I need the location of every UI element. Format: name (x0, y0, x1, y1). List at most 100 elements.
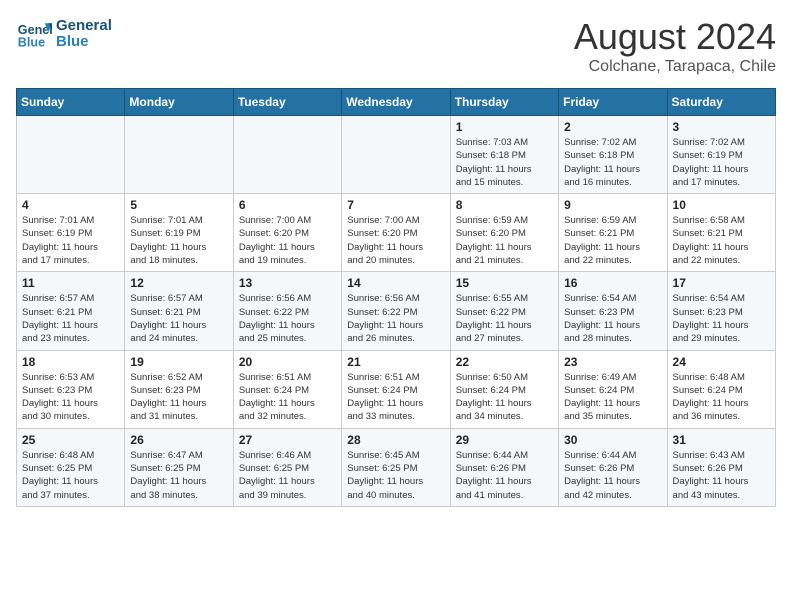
calendar-cell: 28 Sunrise: 6:45 AM Sunset: 6:25 PM Dayli… (342, 428, 450, 506)
day-number: 2 (564, 120, 661, 134)
calendar-cell: 16 Sunrise: 6:54 AM Sunset: 6:23 PM Dayli… (559, 272, 667, 350)
calendar-cell: 26 Sunrise: 6:47 AM Sunset: 6:25 PM Dayli… (125, 428, 233, 506)
calendar-cell: 5Sunrise: 7:01 AM Sunset: 6:19 PM Daylig… (125, 194, 233, 272)
day-info: Sunrise: 6:54 AM Sunset: 6:23 PM Dayligh… (564, 292, 661, 345)
day-number: 29 (456, 433, 553, 447)
calendar-cell: 4 Sunrise: 7:01 AM Sunset: 6:19 PM Daylig… (17, 194, 125, 272)
weekday-wednesday: Wednesday (342, 89, 450, 116)
day-number: 26 (130, 433, 227, 447)
logo: General Blue General Blue (16, 16, 112, 52)
day-number: 4 (22, 198, 119, 212)
day-number: 1 (456, 120, 553, 134)
day-number: 20 (239, 355, 336, 369)
logo-line1: General (56, 18, 112, 35)
calendar-cell: 19Sunrise: 6:52 AM Sunset: 6:23 PM Dayli… (125, 350, 233, 428)
day-number: 14 (347, 276, 444, 290)
day-number: 18 (22, 355, 119, 369)
day-info: Sunrise: 6:48 AM Sunset: 6:25 PM Dayligh… (22, 449, 119, 502)
day-number: 6 (239, 198, 336, 212)
day-info: Sunrise: 7:00 AM Sunset: 6:20 PM Dayligh… (347, 214, 444, 267)
day-number: 24 (673, 355, 770, 369)
calendar-cell (342, 116, 450, 194)
day-info: Sunrise: 6:53 AM Sunset: 6:23 PM Dayligh… (22, 371, 119, 424)
day-info: Sunrise: 6:52 AM Sunset: 6:23 PM Dayligh… (130, 371, 227, 424)
day-info: Sunrise: 6:54 AM Sunset: 6:23 PM Dayligh… (673, 292, 770, 345)
day-info: Sunrise: 6:46 AM Sunset: 6:25 PM Dayligh… (239, 449, 336, 502)
week-row-2: 11 Sunrise: 6:57 AM Sunset: 6:21 PM Dayli… (17, 272, 776, 350)
day-number: 21 (347, 355, 444, 369)
day-info: Sunrise: 6:50 AM Sunset: 6:24 PM Dayligh… (456, 371, 553, 424)
day-number: 16 (564, 276, 661, 290)
week-row-1: 4 Sunrise: 7:01 AM Sunset: 6:19 PM Daylig… (17, 194, 776, 272)
week-row-4: 25 Sunrise: 6:48 AM Sunset: 6:25 PM Dayli… (17, 428, 776, 506)
calendar-cell: 11 Sunrise: 6:57 AM Sunset: 6:21 PM Dayli… (17, 272, 125, 350)
day-info: Sunrise: 6:51 AM Sunset: 6:24 PM Dayligh… (239, 371, 336, 424)
calendar-cell: 21 Sunrise: 6:51 AM Sunset: 6:24 PM Dayli… (342, 350, 450, 428)
day-info: Sunrise: 6:55 AM Sunset: 6:22 PM Dayligh… (456, 292, 553, 345)
day-info: Sunrise: 6:45 AM Sunset: 6:25 PM Dayligh… (347, 449, 444, 502)
day-number: 27 (239, 433, 336, 447)
calendar-cell: 20 Sunrise: 6:51 AM Sunset: 6:24 PM Dayli… (233, 350, 341, 428)
day-number: 28 (347, 433, 444, 447)
weekday-tuesday: Tuesday (233, 89, 341, 116)
calendar-cell (233, 116, 341, 194)
day-number: 23 (564, 355, 661, 369)
weekday-header-row: SundayMondayTuesdayWednesdayThursdayFrid… (17, 89, 776, 116)
calendar-cell: 25 Sunrise: 6:48 AM Sunset: 6:25 PM Dayli… (17, 428, 125, 506)
calendar-cell: 3Sunrise: 7:02 AM Sunset: 6:19 PM Daylig… (667, 116, 775, 194)
day-info: Sunrise: 6:43 AM Sunset: 6:26 PM Dayligh… (673, 449, 770, 502)
calendar-cell: 15 Sunrise: 6:55 AM Sunset: 6:22 PM Dayli… (450, 272, 558, 350)
day-number: 9 (564, 198, 661, 212)
day-info: Sunrise: 6:58 AM Sunset: 6:21 PM Dayligh… (673, 214, 770, 267)
weekday-thursday: Thursday (450, 89, 558, 116)
day-number: 11 (22, 276, 119, 290)
calendar-cell: 13Sunrise: 6:56 AM Sunset: 6:22 PM Dayli… (233, 272, 341, 350)
day-number: 22 (456, 355, 553, 369)
day-info: Sunrise: 6:48 AM Sunset: 6:24 PM Dayligh… (673, 371, 770, 424)
calendar-cell: 18 Sunrise: 6:53 AM Sunset: 6:23 PM Dayli… (17, 350, 125, 428)
calendar-cell: 30Sunrise: 6:44 AM Sunset: 6:26 PM Dayli… (559, 428, 667, 506)
title-block: August 2024 Colchane, Tarapaca, Chile (574, 16, 776, 76)
day-info: Sunrise: 6:51 AM Sunset: 6:24 PM Dayligh… (347, 371, 444, 424)
day-number: 25 (22, 433, 119, 447)
weekday-monday: Monday (125, 89, 233, 116)
calendar-body: 1Sunrise: 7:03 AM Sunset: 6:18 PM Daylig… (17, 116, 776, 507)
month-title: August 2024 (574, 16, 776, 58)
calendar-cell: 27 Sunrise: 6:46 AM Sunset: 6:25 PM Dayli… (233, 428, 341, 506)
weekday-saturday: Saturday (667, 89, 775, 116)
day-number: 31 (673, 433, 770, 447)
day-info: Sunrise: 6:59 AM Sunset: 6:20 PM Dayligh… (456, 214, 553, 267)
day-number: 17 (673, 276, 770, 290)
day-number: 30 (564, 433, 661, 447)
day-number: 10 (673, 198, 770, 212)
day-info: Sunrise: 6:47 AM Sunset: 6:25 PM Dayligh… (130, 449, 227, 502)
svg-text:Blue: Blue (18, 36, 45, 50)
logo-icon: General Blue (16, 16, 52, 52)
calendar-cell: 2Sunrise: 7:02 AM Sunset: 6:18 PM Daylig… (559, 116, 667, 194)
location-title: Colchane, Tarapaca, Chile (574, 58, 776, 76)
page-header: General Blue General Blue August 2024 Co… (16, 16, 776, 76)
day-info: Sunrise: 6:56 AM Sunset: 6:22 PM Dayligh… (347, 292, 444, 345)
day-number: 12 (130, 276, 227, 290)
calendar-cell: 10 Sunrise: 6:58 AM Sunset: 6:21 PM Dayli… (667, 194, 775, 272)
weekday-sunday: Sunday (17, 89, 125, 116)
calendar-cell: 7 Sunrise: 7:00 AM Sunset: 6:20 PM Daylig… (342, 194, 450, 272)
calendar-cell: 6Sunrise: 7:00 AM Sunset: 6:20 PM Daylig… (233, 194, 341, 272)
day-number: 7 (347, 198, 444, 212)
day-number: 8 (456, 198, 553, 212)
calendar-cell: 22 Sunrise: 6:50 AM Sunset: 6:24 PM Dayli… (450, 350, 558, 428)
calendar-cell: 29Sunrise: 6:44 AM Sunset: 6:26 PM Dayli… (450, 428, 558, 506)
day-info: Sunrise: 7:01 AM Sunset: 6:19 PM Dayligh… (22, 214, 119, 267)
calendar-cell: 24 Sunrise: 6:48 AM Sunset: 6:24 PM Dayli… (667, 350, 775, 428)
day-number: 15 (456, 276, 553, 290)
day-info: Sunrise: 6:56 AM Sunset: 6:22 PM Dayligh… (239, 292, 336, 345)
day-number: 3 (673, 120, 770, 134)
calendar-cell: 9Sunrise: 6:59 AM Sunset: 6:21 PM Daylig… (559, 194, 667, 272)
day-info: Sunrise: 6:49 AM Sunset: 6:24 PM Dayligh… (564, 371, 661, 424)
logo-line2: Blue (56, 34, 112, 51)
calendar-table: SundayMondayTuesdayWednesdayThursdayFrid… (16, 88, 776, 507)
day-info: Sunrise: 6:57 AM Sunset: 6:21 PM Dayligh… (22, 292, 119, 345)
calendar-cell (17, 116, 125, 194)
calendar-cell: 12Sunrise: 6:57 AM Sunset: 6:21 PM Dayli… (125, 272, 233, 350)
calendar-cell: 23 Sunrise: 6:49 AM Sunset: 6:24 PM Dayli… (559, 350, 667, 428)
